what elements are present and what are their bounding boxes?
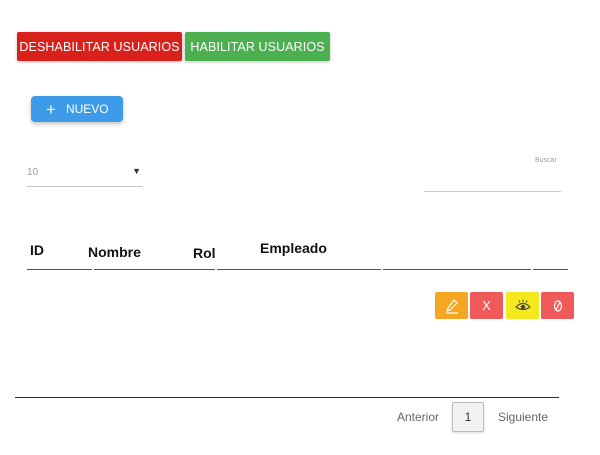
caret-down-icon: ▼ (132, 166, 141, 176)
view-button[interactable] (506, 292, 539, 319)
new-button[interactable]: + NUEVO (31, 96, 123, 122)
column-header-empleado[interactable]: Empleado (260, 240, 327, 256)
column-header-nombre[interactable]: Nombre (88, 244, 141, 260)
page-size-value: 10 (27, 167, 39, 178)
pagination-previous[interactable]: Anterior (397, 410, 439, 424)
column-header-rol[interactable]: Rol (193, 245, 216, 261)
pagination-page-label: 1 (464, 410, 472, 424)
column-header-id[interactable]: ID (30, 242, 44, 258)
eye-icon (514, 299, 531, 310)
disable-users-button[interactable]: DESHABILITAR USUARIOS (17, 32, 182, 61)
page-size-select[interactable]: 10 ▼ (27, 165, 143, 187)
enable-users-button[interactable]: HABILITAR USUARIOS (185, 32, 330, 61)
header-divider (217, 269, 381, 270)
header-divider (533, 269, 568, 270)
block-button[interactable] (541, 292, 574, 319)
enable-users-label: HABILITAR USUARIOS (190, 39, 325, 54)
table-footer-divider (15, 397, 559, 398)
pagination-next[interactable]: Siguiente (498, 410, 548, 424)
plus-icon: + (46, 99, 56, 119)
disable-users-label: DESHABILITAR USUARIOS (19, 39, 180, 54)
header-divider (94, 269, 215, 270)
delete-label: X (482, 298, 491, 313)
block-icon (553, 299, 562, 312)
header-divider (27, 269, 92, 270)
pagination-page-button[interactable]: 1 (452, 402, 484, 432)
new-button-label: NUEVO (65, 102, 109, 116)
delete-button[interactable]: X (470, 292, 503, 319)
pencil-icon (445, 298, 458, 314)
search-label: Buscar (535, 157, 557, 164)
header-divider (383, 269, 531, 270)
search-input[interactable] (424, 170, 561, 192)
edit-button[interactable] (435, 292, 468, 319)
